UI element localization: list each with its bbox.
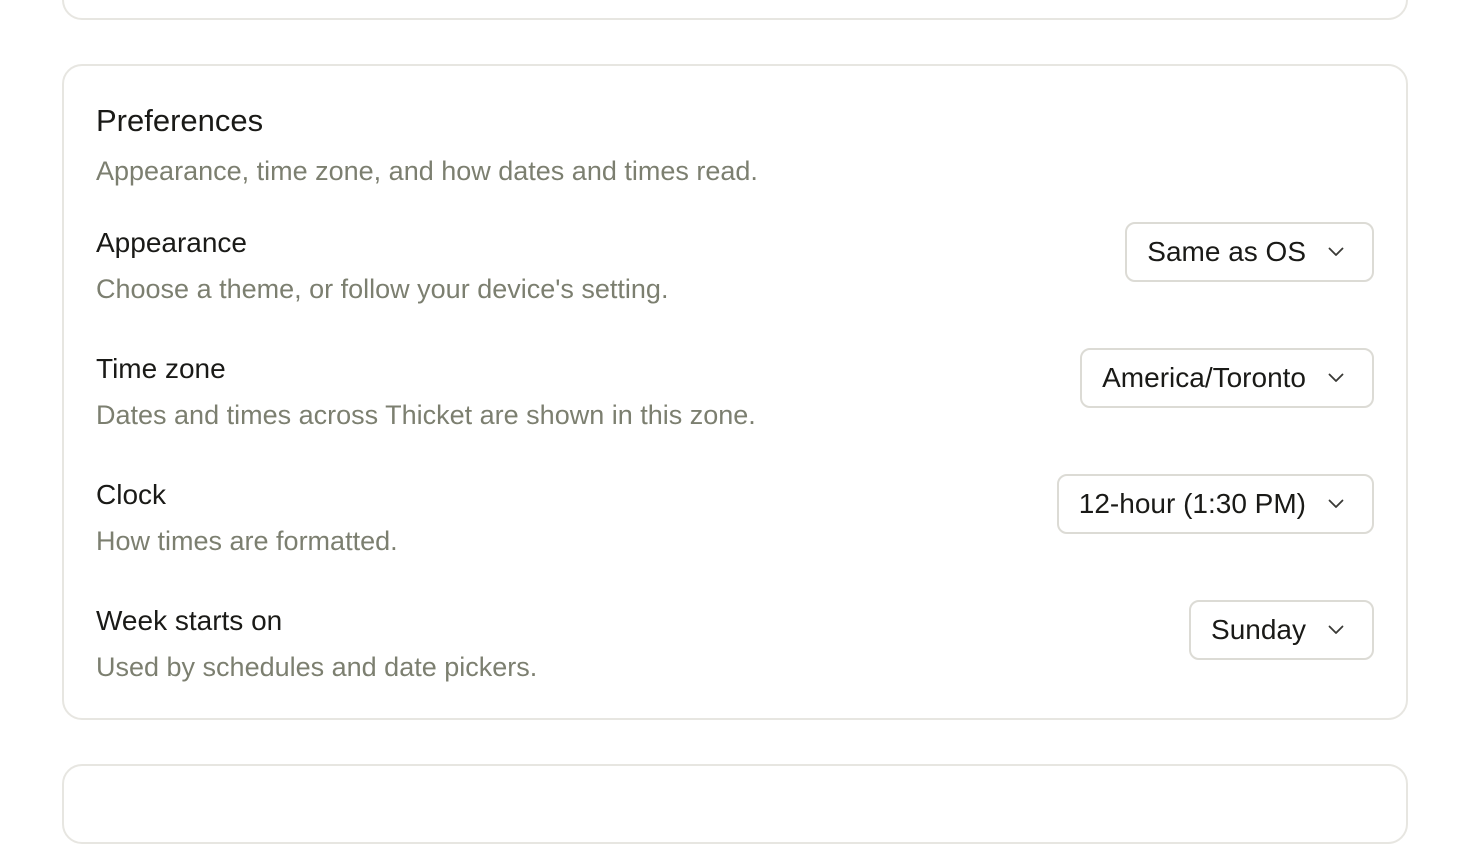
week-start-select-value: Sunday (1211, 614, 1306, 645)
setting-help-appearance: Choose a theme, or follow your device's … (96, 274, 669, 304)
setting-help-time-zone: Dates and times across Thicket are shown… (96, 400, 756, 430)
setting-label-clock: Clock (96, 479, 167, 510)
setting-row-appearance: Appearance Choose a theme, or follow you… (96, 222, 1374, 326)
preferences-card: Preferences Appearance, time zone, and h… (62, 64, 1408, 720)
chevron-down-icon (1328, 496, 1344, 512)
clock-select-value: 12-hour (1:30 PM) (1078, 488, 1306, 519)
clock-select[interactable]: 12-hour (1:30 PM) (1056, 474, 1374, 534)
time-zone-select[interactable]: America/Toronto (1080, 348, 1374, 408)
section-description: Appearance, time zone, and how dates and… (96, 156, 758, 186)
chevron-down-icon (1328, 370, 1344, 386)
next-settings-card (62, 764, 1408, 844)
setting-row-clock: Clock How times are formatted. 12-hour (… (96, 474, 1374, 578)
section-title: Preferences (96, 103, 264, 138)
previous-settings-card (62, 0, 1408, 20)
chevron-down-icon (1328, 244, 1344, 260)
setting-label-time-zone: Time zone (96, 353, 226, 384)
setting-label-week-start: Week starts on (96, 605, 283, 636)
setting-row-time-zone: Time zone Dates and times across Thicket… (96, 348, 1374, 452)
week-start-select[interactable]: Sunday (1189, 600, 1374, 660)
setting-help-week-start: Used by schedules and date pickers. (96, 652, 538, 682)
time-zone-select-value: America/Toronto (1102, 362, 1306, 393)
appearance-select-value: Same as OS (1147, 236, 1306, 267)
appearance-select[interactable]: Same as OS (1125, 222, 1374, 282)
setting-label-appearance: Appearance (96, 227, 248, 258)
chevron-down-icon (1328, 622, 1344, 638)
setting-help-clock: How times are formatted. (96, 526, 398, 556)
setting-row-week-start: Week starts on Used by schedules and dat… (96, 600, 1374, 704)
